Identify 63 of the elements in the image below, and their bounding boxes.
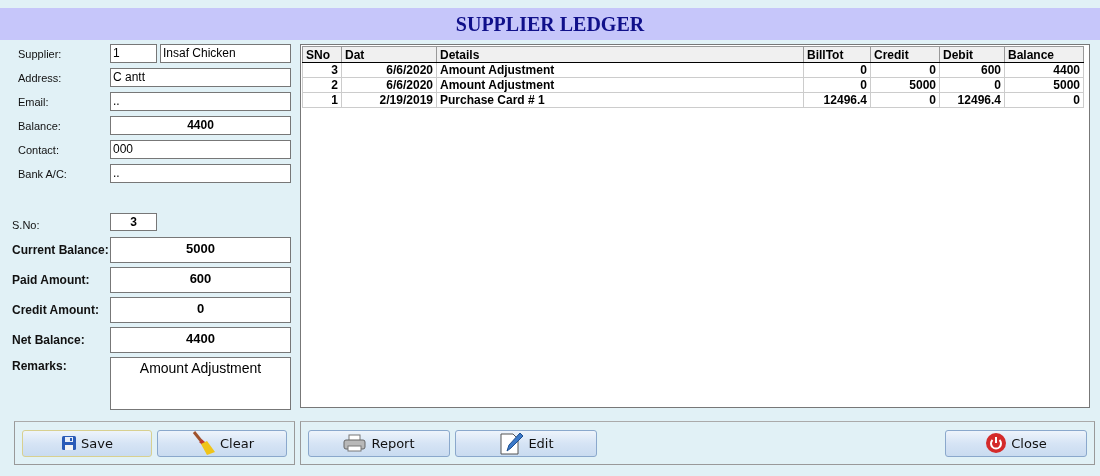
column-header[interactable]: Balance: [1004, 46, 1084, 63]
report-button[interactable]: Report: [308, 429, 450, 457]
field-label: Net Balance:: [11, 333, 86, 347]
input-field[interactable]: 1: [110, 44, 157, 63]
input-field[interactable]: C antt: [110, 68, 291, 87]
printer-icon: [343, 433, 368, 453]
table-cell: 0: [803, 62, 871, 78]
field-label: S.No:: [11, 219, 41, 231]
column-header[interactable]: Details: [436, 46, 804, 63]
field-label: Supplier:: [17, 47, 63, 60]
column-header[interactable]: Credit: [870, 46, 940, 63]
table-cell: 1: [302, 92, 342, 108]
window-title: SUPPLIER LEDGER: [455, 12, 645, 36]
input-field[interactable]: 0: [110, 297, 291, 323]
field-label: Paid Amount:: [11, 273, 91, 287]
pencil-on-paper-icon: [498, 430, 525, 456]
table-cell: 0: [1004, 92, 1084, 108]
edit-button[interactable]: Edit: [455, 429, 597, 457]
field-label: Bank A/C:: [17, 167, 68, 180]
table-cell: Amount Adjustment: [436, 62, 804, 78]
broom-icon: [190, 430, 216, 456]
input-field[interactable]: 4400: [110, 116, 291, 135]
table-cell: 5000: [1004, 77, 1084, 93]
field-label: Remarks:: [11, 358, 68, 373]
table-cell: 600: [939, 62, 1005, 78]
input-field[interactable]: Insaf Chicken: [160, 44, 291, 63]
field-label: Contact:: [17, 143, 60, 156]
input-field[interactable]: 000: [110, 140, 291, 159]
field-label: Address:: [17, 71, 63, 84]
table-cell: Purchase Card # 1: [436, 92, 804, 108]
column-header[interactable]: BillTot: [803, 46, 871, 63]
table-cell: 5000: [870, 77, 940, 93]
input-field[interactable]: 4400: [110, 327, 291, 353]
field-label: Credit Amount:: [11, 303, 100, 317]
field-label: Balance:: [17, 119, 62, 132]
input-field[interactable]: Amount Adjustment: [110, 357, 291, 410]
column-header[interactable]: Debit: [939, 46, 1005, 63]
table-cell: 12496.4: [939, 92, 1005, 108]
table-cell: 0: [870, 62, 940, 78]
clear-button[interactable]: Clear: [157, 429, 287, 457]
table-cell: 0: [870, 92, 940, 108]
column-header[interactable]: SNo: [302, 46, 342, 63]
save-button[interactable]: Save: [22, 429, 152, 457]
input-field[interactable]: ..: [110, 164, 291, 183]
table-cell: 6/6/2020: [341, 62, 437, 78]
input-field[interactable]: 600: [110, 267, 291, 293]
input-field[interactable]: 5000: [110, 237, 291, 263]
table-cell: 4400: [1004, 62, 1084, 78]
table-cell: 6/6/2020: [341, 77, 437, 93]
field-label: Current Balance:: [11, 243, 110, 257]
input-field[interactable]: ..: [110, 92, 291, 111]
close-button[interactable]: Close: [945, 429, 1087, 457]
table-cell: 2: [302, 77, 342, 93]
input-field[interactable]: 3: [110, 213, 157, 231]
power-icon: [985, 432, 1008, 454]
table-cell: 3: [302, 62, 342, 78]
table-cell: Amount Adjustment: [436, 77, 804, 93]
table-cell: 0: [803, 77, 871, 93]
table-cell: 2/19/2019: [341, 92, 437, 108]
table-cell: 0: [939, 77, 1005, 93]
column-header[interactable]: Dat: [341, 46, 437, 63]
table-cell: 12496.4: [803, 92, 871, 108]
field-label: Email:: [17, 95, 50, 108]
